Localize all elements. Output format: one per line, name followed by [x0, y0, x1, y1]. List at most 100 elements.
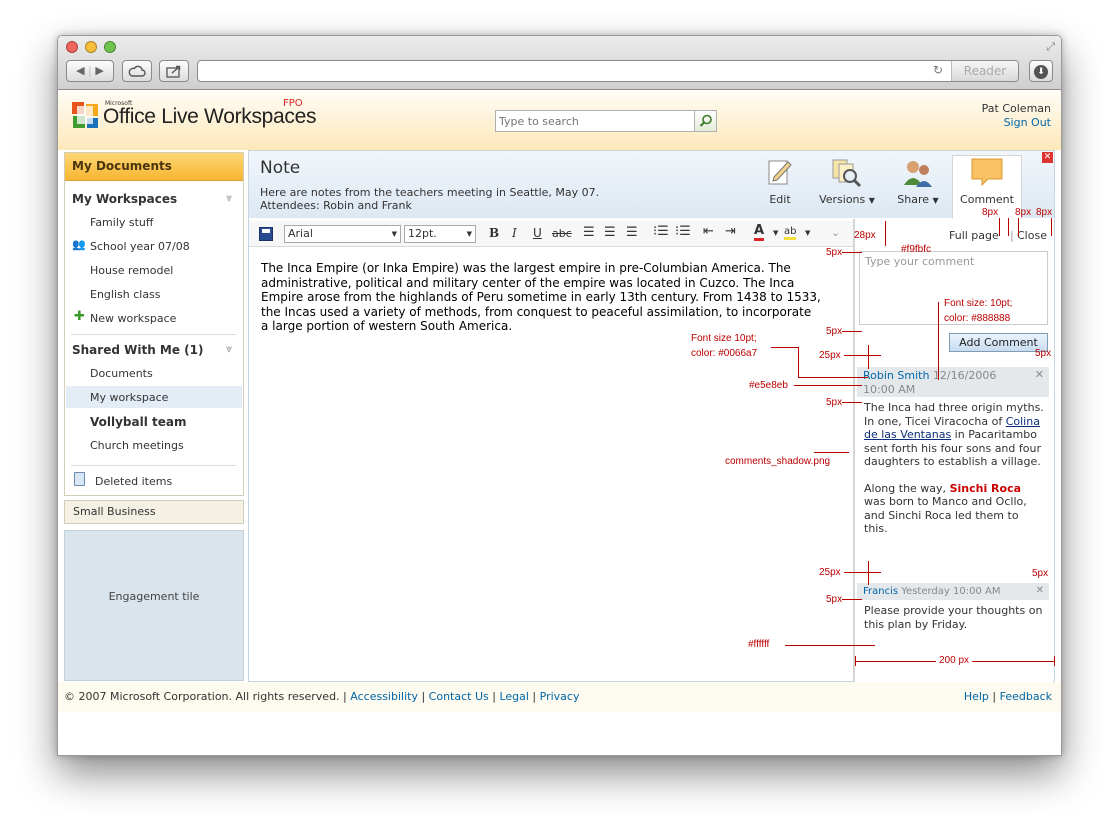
reload-icon[interactable]: ↻ — [933, 63, 943, 77]
annotation: color: #888888 — [944, 313, 1011, 324]
edit-icon — [768, 160, 792, 185]
legal-link[interactable]: Legal — [499, 690, 528, 703]
search-input[interactable] — [496, 111, 692, 131]
engagement-tile[interactable]: Engagement tile — [64, 530, 244, 681]
icloud-button[interactable] — [122, 60, 152, 82]
workspace-item[interactable]: Family stuff — [90, 216, 154, 229]
back-icon[interactable]: ◀ — [76, 64, 84, 77]
edit-label: Edit — [769, 193, 791, 206]
size-select[interactable]: 12pt. ▼ — [404, 225, 476, 243]
collapse-shared-icon[interactable]: ⩔ — [226, 342, 232, 356]
zoom-window-button[interactable] — [104, 41, 116, 53]
collapse-workspaces-icon[interactable]: ⩔ — [226, 191, 232, 205]
comment-time: 10:00 AM — [863, 382, 916, 396]
search-box — [495, 110, 717, 132]
feedback-link[interactable]: Feedback — [1000, 690, 1052, 703]
search-icon — [699, 114, 712, 127]
close-comments-link[interactable]: Close — [1017, 229, 1047, 242]
shared-item[interactable]: Documents — [90, 367, 153, 380]
my-workspaces-heading[interactable]: My Workspaces — [72, 192, 177, 206]
add-comment-button[interactable]: Add Comment — [949, 333, 1048, 352]
delete-comment-icon[interactable]: ✕ — [1036, 583, 1044, 598]
dropdown-arrow-icon: ▼ — [868, 196, 875, 205]
shared-item-selected[interactable]: My workspace — [90, 391, 168, 404]
annotation-line — [814, 452, 849, 453]
more-options-icon[interactable]: ⌄ — [831, 226, 840, 239]
annotation-line — [885, 221, 886, 246]
annotation: 8px — [982, 207, 999, 218]
annotation: #f9fbfc — [901, 244, 932, 255]
fullscreen-icon[interactable]: ⤢ — [1046, 40, 1055, 54]
font-select[interactable]: Arial ▼ — [284, 225, 401, 243]
note-body-text[interactable]: The Inca Empire (or Inka Empire) was the… — [261, 261, 821, 334]
close-panel-icon[interactable]: ✕ — [1042, 152, 1053, 163]
bold-icon[interactable]: B — [489, 226, 499, 240]
versions-label-row: Versions ▼ — [811, 193, 883, 206]
font-color-icon[interactable]: A — [754, 223, 765, 241]
strikethrough-icon[interactable]: abc — [552, 227, 572, 240]
new-workspace-link[interactable]: New workspace — [90, 312, 176, 325]
workspace-item[interactable]: School year 07/08 — [90, 240, 190, 253]
privacy-link[interactable]: Privacy — [540, 690, 580, 703]
shared-with-me-heading[interactable]: Shared With Me (1) — [72, 343, 204, 357]
comment-date: 12/16/2006 — [932, 369, 997, 382]
highlight-icon[interactable]: ab — [784, 226, 797, 240]
annotation-line — [1018, 218, 1019, 236]
outdent-icon[interactable]: ⇤ — [703, 224, 714, 239]
sign-out-link[interactable]: Sign Out — [982, 116, 1051, 130]
comment-author[interactable]: Robin Smith — [863, 369, 929, 382]
my-documents-header[interactable]: My Documents — [65, 153, 243, 181]
edit-tool[interactable]: Edit — [762, 157, 798, 206]
plus-icon: ✚ — [74, 309, 85, 324]
share-page-button[interactable] — [159, 60, 189, 82]
shared-item[interactable]: Church meetings — [90, 439, 184, 452]
workspace-item[interactable]: House remodel — [90, 264, 173, 277]
search-button[interactable] — [694, 111, 716, 131]
italic-icon[interactable]: I — [512, 226, 517, 240]
download-icon: ⬇ — [1034, 65, 1048, 79]
comment-author[interactable]: Francis — [863, 586, 898, 597]
shared-item[interactable]: Vollyball team — [90, 415, 187, 429]
dropdown-arrow-icon[interactable]: ▼ — [805, 229, 810, 237]
close-window-button[interactable] — [66, 41, 78, 53]
fpo-label: FPO — [283, 98, 303, 109]
share-tool[interactable]: Share ▼ — [892, 157, 944, 206]
deleted-items-link[interactable]: Deleted items — [95, 475, 172, 488]
comment-body: Please provide your thoughts on this pla… — [864, 604, 1043, 631]
separator: | — [1010, 229, 1014, 242]
help-link[interactable]: Help — [964, 690, 989, 703]
back-forward-buttons[interactable]: ◀ | ▶ — [66, 60, 114, 82]
workspace-item[interactable]: English class — [90, 288, 161, 301]
comment-tool[interactable]: Comment — [954, 157, 1020, 206]
align-center-icon[interactable]: ☰ — [604, 225, 616, 240]
note-header: Note Here are notes from the teachers me… — [249, 151, 1054, 219]
align-left-icon[interactable]: ☰ — [583, 225, 595, 240]
dropdown-arrow-icon[interactable]: ▼ — [773, 229, 778, 237]
annotation-line — [842, 252, 862, 253]
numbered-list-icon[interactable]: ⁝☰ — [675, 224, 691, 239]
comment-time: Yesterday 10:00 AM — [901, 586, 1001, 597]
comment-paragraph: Along the way, Sinchi Roca was born to M… — [864, 481, 1027, 536]
note-panel: Note Here are notes from the teachers me… — [248, 150, 1055, 682]
delete-comment-icon[interactable]: ✕ — [1035, 368, 1044, 382]
indent-icon[interactable]: ⇥ — [725, 224, 736, 239]
annotation-line — [868, 345, 869, 369]
minimize-window-button[interactable] — [85, 41, 97, 53]
contact-link[interactable]: Contact Us — [429, 690, 489, 703]
bullet-list-icon[interactable]: ⁝☰ — [653, 224, 669, 239]
save-icon[interactable] — [259, 227, 273, 241]
small-business-tab[interactable]: Small Business — [64, 500, 244, 524]
forward-icon[interactable]: ▶ — [95, 64, 103, 77]
left-sidebar: My Documents My Workspaces ⩔ Family stuf… — [64, 150, 244, 682]
accessibility-link[interactable]: Accessibility — [350, 690, 418, 703]
share-icon — [166, 65, 181, 78]
align-right-icon[interactable]: ☰ — [626, 225, 638, 240]
people-share-icon — [904, 161, 932, 187]
footer: © 2007 Microsoft Corporation. All rights… — [58, 682, 1061, 712]
full-page-link[interactable]: Full page — [949, 229, 999, 242]
downloads-button[interactable]: ⬇ — [1029, 60, 1053, 82]
versions-tool[interactable]: Versions ▼ — [811, 157, 883, 206]
reader-button[interactable]: Reader — [951, 61, 1018, 81]
underline-icon[interactable]: U — [533, 226, 542, 240]
address-bar[interactable]: ↻ — [197, 60, 1019, 82]
